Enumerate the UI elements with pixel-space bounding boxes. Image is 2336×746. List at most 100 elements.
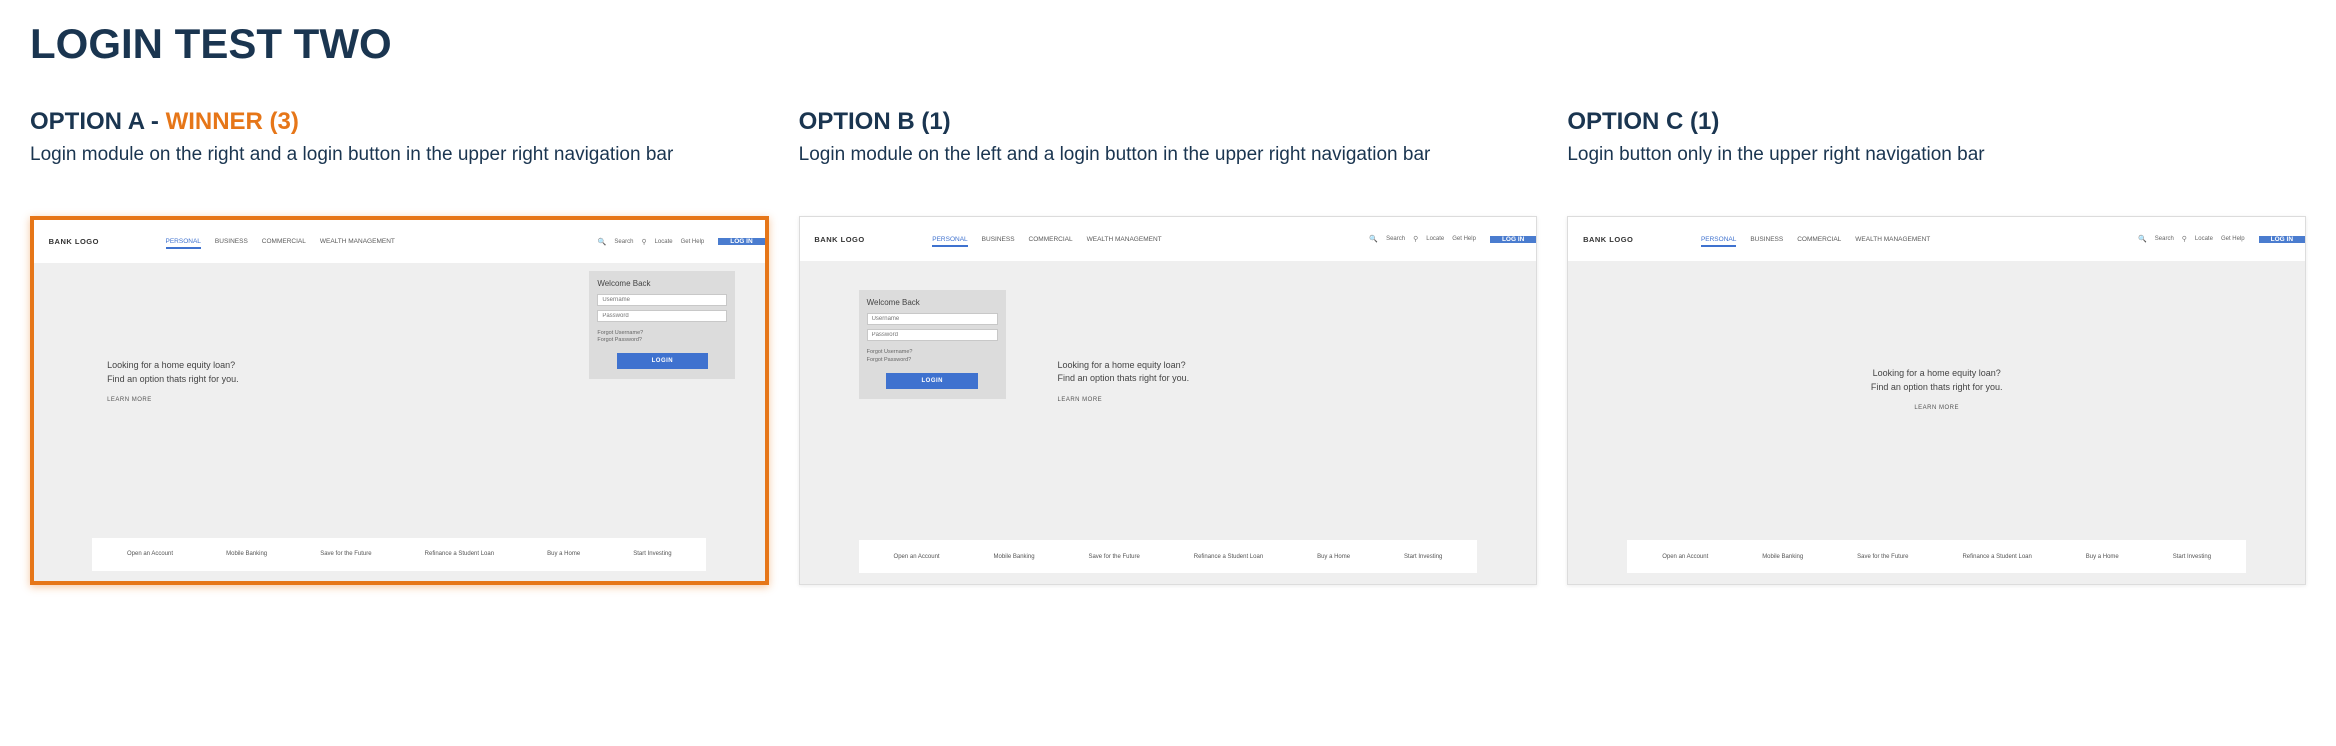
footer-link-refinance[interactable]: Refinance a Student Loan <box>425 551 494 557</box>
footer-link-investing[interactable]: Start Investing <box>1404 554 1442 560</box>
hero-line2: Find an option thats right for you. <box>107 373 239 387</box>
nav-tab-commercial[interactable]: COMMERCIAL <box>1797 236 1841 243</box>
username-input[interactable] <box>597 294 727 306</box>
login-submit-button[interactable]: LOGIN <box>886 373 978 389</box>
nav-login-button[interactable]: LOG IN <box>718 238 764 245</box>
forgot-links: Forgot Username? Forgot Password? <box>867 349 998 364</box>
login-module: Welcome Back Forgot Username? Forgot Pas… <box>589 271 735 379</box>
nav-tab-wealth[interactable]: WEALTH MANAGEMENT <box>1087 236 1162 243</box>
nav-tab-personal[interactable]: PERSONAL <box>932 236 967 243</box>
locate-icon[interactable]: ⚲ <box>1413 235 1418 243</box>
nav-tab-commercial[interactable]: COMMERCIAL <box>1029 236 1073 243</box>
footer-link-investing[interactable]: Start Investing <box>2173 554 2211 560</box>
mock-nav-right: 🔍 Search ⚲ Locate Get Help LOG IN <box>598 238 765 246</box>
footer-link-save-future[interactable]: Save for the Future <box>320 551 371 557</box>
mock-nav: BANK LOGO PERSONAL BUSINESS COMMERCIAL W… <box>34 220 765 263</box>
mock-hero: Looking for a home equity loan? Find an … <box>1568 261 2305 540</box>
footer-link-save-future[interactable]: Save for the Future <box>1088 554 1139 560</box>
nav-tab-personal[interactable]: PERSONAL <box>166 238 201 245</box>
footer-link-mobile-banking[interactable]: Mobile Banking <box>1762 554 1803 560</box>
nav-tab-personal[interactable]: PERSONAL <box>1701 236 1736 243</box>
mock-option-b: BANK LOGO PERSONAL BUSINESS COMMERCIAL W… <box>799 216 1538 585</box>
footer-link-buy-home[interactable]: Buy a Home <box>2086 554 2119 560</box>
nav-tab-wealth[interactable]: WEALTH MANAGEMENT <box>1855 236 1930 243</box>
option-a: OPTION A - WINNER (3) Login module on th… <box>30 108 769 585</box>
forgot-links: Forgot Username? Forgot Password? <box>597 330 727 345</box>
nav-tab-business[interactable]: BUSINESS <box>1750 236 1783 243</box>
mock-nav-tabs: PERSONAL BUSINESS COMMERCIAL WEALTH MANA… <box>932 236 1369 243</box>
username-input[interactable] <box>867 313 998 325</box>
learn-more-link[interactable]: LEARN MORE <box>107 396 239 405</box>
mock-nav: BANK LOGO PERSONAL BUSINESS COMMERCIAL W… <box>800 217 1537 261</box>
locate-icon[interactable]: ⚲ <box>641 238 646 246</box>
password-input[interactable] <box>867 329 998 341</box>
login-submit-button[interactable]: LOGIN <box>617 353 708 369</box>
footer-link-refinance[interactable]: Refinance a Student Loan <box>1962 554 2031 560</box>
nav-tab-business[interactable]: BUSINESS <box>982 236 1015 243</box>
mock-option-c: BANK LOGO PERSONAL BUSINESS COMMERCIAL W… <box>1567 216 2306 585</box>
footer-link-mobile-banking[interactable]: Mobile Banking <box>226 551 267 557</box>
nav-help-label[interactable]: Get Help <box>2221 236 2245 242</box>
nav-login-button[interactable]: LOG IN <box>1490 236 1536 243</box>
search-icon[interactable]: 🔍 <box>598 238 607 246</box>
mock-footer-links: Open an Account Mobile Banking Save for … <box>92 538 706 571</box>
nav-search-label[interactable]: Search <box>1386 236 1405 242</box>
search-icon[interactable]: 🔍 <box>1369 235 1378 243</box>
footer-link-mobile-banking[interactable]: Mobile Banking <box>994 554 1035 560</box>
footer-link-investing[interactable]: Start Investing <box>633 551 671 557</box>
mock-nav-right: 🔍 Search ⚲ Locate Get Help LOG IN <box>2138 235 2305 243</box>
nav-help-label[interactable]: Get Help <box>681 239 705 245</box>
nav-locate-label[interactable]: Locate <box>2195 236 2213 242</box>
footer-link-open-account[interactable]: Open an Account <box>1662 554 1708 560</box>
hero-line1: Looking for a home equity loan? <box>1058 359 1190 373</box>
mock-logo: BANK LOGO <box>1568 235 1701 244</box>
winner-badge: WINNER (3) <box>166 108 299 135</box>
mock-footer-links: Open an Account Mobile Banking Save for … <box>1627 540 2246 573</box>
footer-link-open-account[interactable]: Open an Account <box>127 551 173 557</box>
login-welcome: Welcome Back <box>597 279 727 288</box>
footer-link-refinance[interactable]: Refinance a Student Loan <box>1194 554 1263 560</box>
hero-text: Looking for a home equity loan? Find an … <box>107 359 239 405</box>
nav-tab-business[interactable]: BUSINESS <box>215 238 248 245</box>
page-title: LOGIN TEST TWO <box>30 20 2306 68</box>
option-a-desc: Login module on the right and a login bu… <box>30 142 769 196</box>
mock-nav-right: 🔍 Search ⚲ Locate Get Help LOG IN <box>1369 235 1536 243</box>
option-b-title: OPTION B (1) <box>799 108 1538 136</box>
footer-link-save-future[interactable]: Save for the Future <box>1857 554 1908 560</box>
option-c-desc: Login button only in the upper right nav… <box>1567 142 2306 196</box>
login-module: Welcome Back Forgot Username? Forgot Pas… <box>859 290 1006 398</box>
option-c-label: OPTION C (1) <box>1567 108 1719 135</box>
mock-logo: BANK LOGO <box>800 235 933 244</box>
footer-link-open-account[interactable]: Open an Account <box>894 554 940 560</box>
option-a-label: OPTION A - <box>30 108 166 135</box>
learn-more-link[interactable]: LEARN MORE <box>1058 396 1190 405</box>
password-input[interactable] <box>597 310 727 322</box>
nav-locate-label[interactable]: Locate <box>1426 236 1444 242</box>
nav-help-label[interactable]: Get Help <box>1452 236 1476 242</box>
forgot-password-link[interactable]: Forgot Password? <box>867 357 998 365</box>
nav-search-label[interactable]: Search <box>614 239 633 245</box>
forgot-username-link[interactable]: Forgot Username? <box>597 330 727 338</box>
footer-link-buy-home[interactable]: Buy a Home <box>547 551 580 557</box>
learn-more-link[interactable]: LEARN MORE <box>1568 404 2305 413</box>
footer-link-buy-home[interactable]: Buy a Home <box>1317 554 1350 560</box>
mock-nav-tabs: PERSONAL BUSINESS COMMERCIAL WEALTH MANA… <box>1701 236 2138 243</box>
forgot-username-link[interactable]: Forgot Username? <box>867 349 998 357</box>
hero-line2: Find an option thats right for you. <box>1058 372 1190 386</box>
nav-login-button[interactable]: LOG IN <box>2259 236 2305 243</box>
locate-icon[interactable]: ⚲ <box>2182 235 2187 243</box>
nav-tab-wealth[interactable]: WEALTH MANAGEMENT <box>320 238 395 245</box>
mock-footer-links: Open an Account Mobile Banking Save for … <box>859 540 1478 573</box>
nav-search-label[interactable]: Search <box>2155 236 2174 242</box>
option-a-title: OPTION A - WINNER (3) <box>30 108 769 136</box>
mock-nav-tabs: PERSONAL BUSINESS COMMERCIAL WEALTH MANA… <box>166 238 598 245</box>
login-welcome: Welcome Back <box>867 298 998 307</box>
option-b-label: OPTION B (1) <box>799 108 951 135</box>
forgot-password-link[interactable]: Forgot Password? <box>597 337 727 345</box>
nav-tab-commercial[interactable]: COMMERCIAL <box>262 238 306 245</box>
nav-locate-label[interactable]: Locate <box>655 239 673 245</box>
hero-text: Looking for a home equity loan? Find an … <box>1568 367 2305 413</box>
option-c-title: OPTION C (1) <box>1567 108 2306 136</box>
search-icon[interactable]: 🔍 <box>2138 235 2147 243</box>
hero-line1: Looking for a home equity loan? <box>1568 367 2305 381</box>
